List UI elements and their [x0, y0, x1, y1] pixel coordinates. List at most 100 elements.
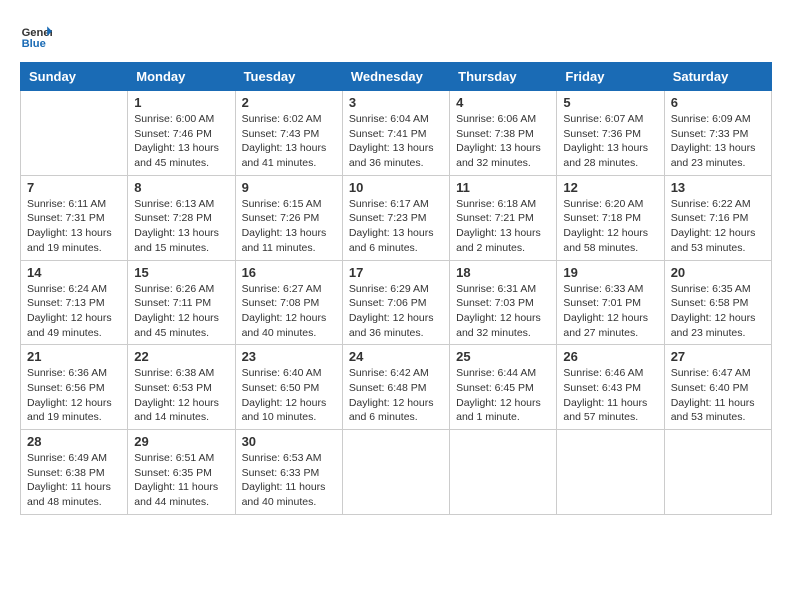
week-row-2: 7 Sunrise: 6:11 AM Sunset: 7:31 PM Daylig… — [21, 175, 772, 260]
day-cell-23: 23Sunrise: 6:40 AM Sunset: 6:50 PM Dayli… — [235, 345, 342, 430]
logo: General Blue — [20, 20, 56, 52]
day-info: Sunrise: 6:49 AM Sunset: 6:38 PM Dayligh… — [27, 451, 121, 510]
day-number: 3 — [349, 95, 443, 110]
day-cell-1: 1 Sunrise: 6:00 AM Sunset: 7:46 PM Daylig… — [128, 91, 235, 176]
svg-text:Blue: Blue — [22, 38, 46, 50]
empty-cell — [21, 91, 128, 176]
day-cell-22: 22 Sunrise: 6:38 AM Sunset: 6:53 PM Dayli… — [128, 345, 235, 430]
day-cell-4: 4 Sunrise: 6:06 AM Sunset: 7:38 PM Daylig… — [450, 91, 557, 176]
day-cell-14: 14 Sunrise: 6:24 AM Sunset: 7:13 PM Dayli… — [21, 260, 128, 345]
day-info: Sunrise: 6:24 AM Sunset: 7:13 PM Dayligh… — [27, 282, 121, 341]
day-cell-24: 24Sunrise: 6:42 AM Sunset: 6:48 PM Dayli… — [342, 345, 449, 430]
day-info: Sunrise: 6:09 AM Sunset: 7:33 PM Dayligh… — [671, 112, 765, 171]
day-number: 15 — [134, 265, 228, 280]
day-info: Sunrise: 6:33 AM Sunset: 7:01 PM Dayligh… — [563, 282, 657, 341]
day-number: 13 — [671, 180, 765, 195]
day-cell-19: 19 Sunrise: 6:33 AM Sunset: 7:01 PM Dayli… — [557, 260, 664, 345]
day-cell-3: 3Sunrise: 6:04 AM Sunset: 7:41 PM Daylig… — [342, 91, 449, 176]
day-cell-20: 20 Sunrise: 6:35 AM Sunset: 6:58 PM Dayli… — [664, 260, 771, 345]
day-cell-21: 21 Sunrise: 6:36 AM Sunset: 6:56 PM Dayli… — [21, 345, 128, 430]
day-number: 14 — [27, 265, 121, 280]
day-info: Sunrise: 6:20 AM Sunset: 7:18 PM Dayligh… — [563, 197, 657, 256]
day-info: Sunrise: 6:27 AM Sunset: 7:08 PM Dayligh… — [242, 282, 336, 341]
day-cell-28: 28 Sunrise: 6:49 AM Sunset: 6:38 PM Dayli… — [21, 430, 128, 515]
day-cell-15: 15 Sunrise: 6:26 AM Sunset: 7:11 PM Dayli… — [128, 260, 235, 345]
day-cell-7: 7 Sunrise: 6:11 AM Sunset: 7:31 PM Daylig… — [21, 175, 128, 260]
day-number: 20 — [671, 265, 765, 280]
day-info: Sunrise: 6:47 AM Sunset: 6:40 PM Dayligh… — [671, 366, 765, 425]
day-number: 30 — [242, 434, 336, 449]
day-cell-30: 30 Sunrise: 6:53 AM Sunset: 6:33 PM Dayli… — [235, 430, 342, 515]
day-info: Sunrise: 6:11 AM Sunset: 7:31 PM Dayligh… — [27, 197, 121, 256]
day-number: 2 — [242, 95, 336, 110]
day-cell-10: 10Sunrise: 6:17 AM Sunset: 7:23 PM Dayli… — [342, 175, 449, 260]
day-number: 11 — [456, 180, 550, 195]
day-cell-29: 29Sunrise: 6:51 AM Sunset: 6:35 PM Dayli… — [128, 430, 235, 515]
day-cell-5: 5Sunrise: 6:07 AM Sunset: 7:36 PM Daylig… — [557, 91, 664, 176]
day-info: Sunrise: 6:36 AM Sunset: 6:56 PM Dayligh… — [27, 366, 121, 425]
day-number: 1 — [134, 95, 228, 110]
day-number: 17 — [349, 265, 443, 280]
day-cell-18: 18 Sunrise: 6:31 AM Sunset: 7:03 PM Dayli… — [450, 260, 557, 345]
day-number: 26 — [563, 349, 657, 364]
week-row-3: 14 Sunrise: 6:24 AM Sunset: 7:13 PM Dayli… — [21, 260, 772, 345]
day-number: 27 — [671, 349, 765, 364]
day-info: Sunrise: 6:29 AM Sunset: 7:06 PM Dayligh… — [349, 282, 443, 341]
weekday-header-thursday: Thursday — [450, 63, 557, 91]
day-cell-12: 12 Sunrise: 6:20 AM Sunset: 7:18 PM Dayli… — [557, 175, 664, 260]
day-cell-13: 13Sunrise: 6:22 AM Sunset: 7:16 PM Dayli… — [664, 175, 771, 260]
calendar-table: SundayMondayTuesdayWednesdayThursdayFrid… — [20, 62, 772, 515]
day-info: Sunrise: 6:15 AM Sunset: 7:26 PM Dayligh… — [242, 197, 336, 256]
day-info: Sunrise: 6:00 AM Sunset: 7:46 PM Dayligh… — [134, 112, 228, 171]
week-row-1: 1 Sunrise: 6:00 AM Sunset: 7:46 PM Daylig… — [21, 91, 772, 176]
day-info: Sunrise: 6:26 AM Sunset: 7:11 PM Dayligh… — [134, 282, 228, 341]
day-info: Sunrise: 6:35 AM Sunset: 6:58 PM Dayligh… — [671, 282, 765, 341]
day-cell-17: 17 Sunrise: 6:29 AM Sunset: 7:06 PM Dayli… — [342, 260, 449, 345]
day-cell-6: 6 Sunrise: 6:09 AM Sunset: 7:33 PM Daylig… — [664, 91, 771, 176]
day-number: 25 — [456, 349, 550, 364]
day-info: Sunrise: 6:42 AM Sunset: 6:48 PM Dayligh… — [349, 366, 443, 425]
day-cell-9: 9 Sunrise: 6:15 AM Sunset: 7:26 PM Daylig… — [235, 175, 342, 260]
day-cell-2: 2Sunrise: 6:02 AM Sunset: 7:43 PM Daylig… — [235, 91, 342, 176]
day-info: Sunrise: 6:51 AM Sunset: 6:35 PM Dayligh… — [134, 451, 228, 510]
logo-icon: General Blue — [20, 20, 52, 52]
day-info: Sunrise: 6:44 AM Sunset: 6:45 PM Dayligh… — [456, 366, 550, 425]
weekday-header-row: SundayMondayTuesdayWednesdayThursdayFrid… — [21, 63, 772, 91]
weekday-header-friday: Friday — [557, 63, 664, 91]
day-number: 19 — [563, 265, 657, 280]
day-number: 8 — [134, 180, 228, 195]
day-info: Sunrise: 6:13 AM Sunset: 7:28 PM Dayligh… — [134, 197, 228, 256]
empty-cell — [450, 430, 557, 515]
day-number: 9 — [242, 180, 336, 195]
day-number: 22 — [134, 349, 228, 364]
day-number: 7 — [27, 180, 121, 195]
day-number: 21 — [27, 349, 121, 364]
empty-cell — [557, 430, 664, 515]
day-cell-16: 16 Sunrise: 6:27 AM Sunset: 7:08 PM Dayli… — [235, 260, 342, 345]
day-info: Sunrise: 6:18 AM Sunset: 7:21 PM Dayligh… — [456, 197, 550, 256]
day-info: Sunrise: 6:46 AM Sunset: 6:43 PM Dayligh… — [563, 366, 657, 425]
weekday-header-sunday: Sunday — [21, 63, 128, 91]
day-cell-8: 8 Sunrise: 6:13 AM Sunset: 7:28 PM Daylig… — [128, 175, 235, 260]
day-number: 28 — [27, 434, 121, 449]
day-info: Sunrise: 6:53 AM Sunset: 6:33 PM Dayligh… — [242, 451, 336, 510]
day-number: 16 — [242, 265, 336, 280]
day-number: 4 — [456, 95, 550, 110]
day-info: Sunrise: 6:31 AM Sunset: 7:03 PM Dayligh… — [456, 282, 550, 341]
day-cell-26: 26 Sunrise: 6:46 AM Sunset: 6:43 PM Dayli… — [557, 345, 664, 430]
day-info: Sunrise: 6:38 AM Sunset: 6:53 PM Dayligh… — [134, 366, 228, 425]
day-info: Sunrise: 6:06 AM Sunset: 7:38 PM Dayligh… — [456, 112, 550, 171]
empty-cell — [342, 430, 449, 515]
day-number: 18 — [456, 265, 550, 280]
day-number: 6 — [671, 95, 765, 110]
weekday-header-tuesday: Tuesday — [235, 63, 342, 91]
day-cell-11: 11 Sunrise: 6:18 AM Sunset: 7:21 PM Dayli… — [450, 175, 557, 260]
day-cell-25: 25 Sunrise: 6:44 AM Sunset: 6:45 PM Dayli… — [450, 345, 557, 430]
header: General Blue — [20, 20, 772, 52]
week-row-4: 21 Sunrise: 6:36 AM Sunset: 6:56 PM Dayli… — [21, 345, 772, 430]
day-number: 23 — [242, 349, 336, 364]
day-number: 12 — [563, 180, 657, 195]
empty-cell — [664, 430, 771, 515]
weekday-header-monday: Monday — [128, 63, 235, 91]
weekday-header-wednesday: Wednesday — [342, 63, 449, 91]
